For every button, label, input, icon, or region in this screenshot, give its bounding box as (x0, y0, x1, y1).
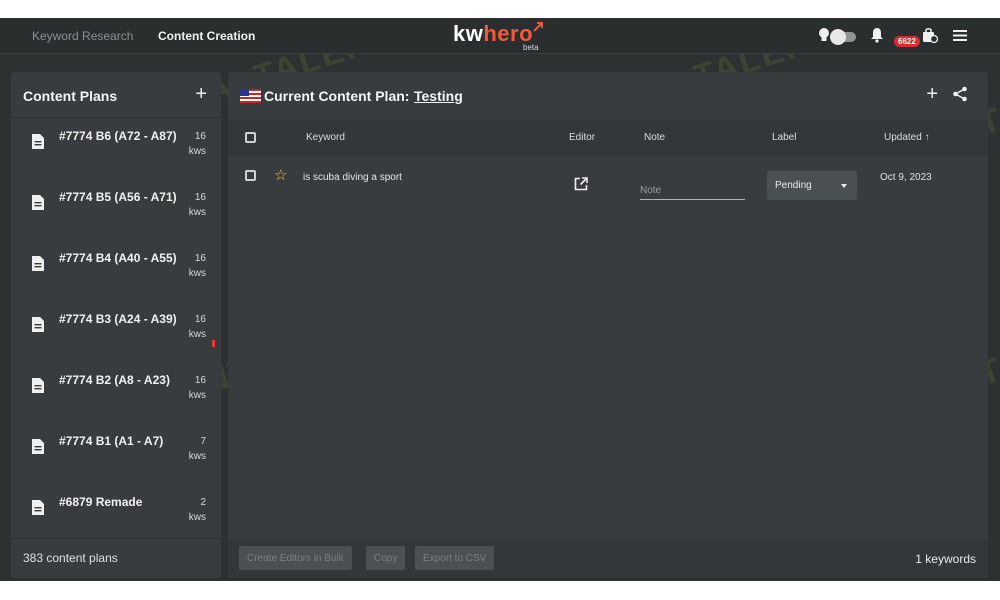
plan-item[interactable]: #6879 Remade 2 kws (11, 485, 221, 535)
plan-item[interactable]: #7774 B5 (A56 - A71) 16 kws (11, 180, 221, 241)
plan-item[interactable]: #7774 B6 (A72 - A87) 16 kws (11, 119, 221, 180)
plan-keyword-count: 2 kws (176, 495, 206, 525)
plan-keyword-count: 16 kws (176, 190, 206, 220)
app-window: AI TALENT SPACE AI TALENT SPACE AI TALEN… (0, 18, 1000, 581)
us-flag-icon (240, 89, 261, 103)
label-selected-value: Pending (775, 180, 812, 191)
plan-keyword-count: 7 kws (176, 434, 206, 464)
keyword-table-header: Keyword Editor Note Label Updated ↑ (228, 120, 988, 156)
label-dropdown[interactable]: Pending (767, 171, 857, 200)
theme-toggle[interactable] (830, 29, 856, 45)
document-icon (32, 256, 44, 271)
shopping-bag-icon[interactable] (922, 27, 938, 43)
column-keyword[interactable]: Keyword (306, 132, 345, 143)
beta-label: beta (523, 43, 539, 52)
content-plan-header: Current Content Plan: Testing + (228, 72, 988, 118)
plan-count-unit: kws (188, 390, 206, 401)
document-icon (32, 195, 44, 210)
plan-keyword-count: 16 kws (176, 312, 206, 342)
copy-button[interactable]: Copy (366, 546, 406, 570)
keyword-text[interactable]: is scuba diving a sport (303, 172, 402, 183)
plan-count-unit: kws (188, 451, 206, 462)
plan-item[interactable]: #7774 B2 (A8 - A23) 16 kws (11, 363, 221, 424)
add-plan-button[interactable]: + (195, 84, 207, 104)
sidebar-header: Content Plans + (11, 72, 221, 118)
plan-name: #7774 B5 (A56 - A71) (59, 190, 177, 204)
plan-list: #7774 B6 (A72 - A87) 16 kws #7774 B5 (A56… (11, 119, 221, 535)
column-updated-sort[interactable]: Updated ↑ (884, 132, 930, 143)
updated-date: Oct 9, 2023 (880, 172, 932, 183)
plan-count-value: 16 (194, 314, 206, 325)
document-icon (32, 317, 44, 332)
row-checkbox[interactable] (245, 170, 256, 181)
content-plans-sidebar: Content Plans + #7774 B6 (A72 - A87) 16 k… (11, 72, 221, 578)
plan-name: #7774 B3 (A24 - A39) (59, 312, 177, 326)
nav-keyword-research[interactable]: Keyword Research (32, 29, 133, 43)
plan-count-value: 16 (194, 131, 206, 142)
plan-count-value: 16 (194, 253, 206, 264)
plan-total-count: 383 content plans (23, 551, 118, 565)
plan-item[interactable]: #7774 B4 (A40 - A55) 16 kws (11, 241, 221, 302)
content-plan-title-label: Current Content Plan: (264, 88, 410, 104)
top-right-toolbar: 6622 (800, 18, 1000, 54)
lightbulb-icon (819, 28, 829, 41)
content-plan-panel: Current Content Plan: Testing + Keyword … (228, 72, 988, 578)
plan-count-unit: kws (188, 512, 206, 523)
menu-icon[interactable] (952, 27, 968, 43)
plan-item[interactable]: #7774 B1 (A1 - A7) 7 kws (11, 424, 221, 485)
plan-count-unit: kws (188, 146, 206, 157)
note-field[interactable] (640, 176, 745, 200)
plan-count-value: 16 (194, 375, 206, 386)
plan-count-unit: kws (188, 329, 206, 340)
plan-name: #7774 B6 (A72 - A87) (59, 129, 177, 143)
column-editor[interactable]: Editor (569, 132, 595, 143)
plan-keyword-count: 16 kws (176, 251, 206, 281)
plan-keyword-count: 16 kws (176, 373, 206, 403)
favorite-star-icon[interactable]: ☆ (274, 168, 287, 183)
create-editors-bulk-button[interactable]: Create Editors in Bulk (239, 546, 352, 570)
plan-count-unit: kws (188, 207, 206, 218)
plan-name: #7774 B1 (A1 - A7) (59, 434, 164, 448)
keyword-count: 1 keywords (915, 552, 976, 566)
logo-arrow-icon (533, 22, 543, 32)
content-plan-footer: Create Editors in Bulk Copy Export to CS… (228, 538, 988, 578)
chevron-down-icon (841, 184, 847, 188)
table-row: ☆ is scuba diving a sport Pending Oct 9,… (228, 158, 988, 208)
add-keyword-button[interactable]: + (926, 84, 938, 104)
note-input[interactable] (640, 176, 745, 198)
plan-count-value: 16 (194, 192, 206, 203)
credits-badge[interactable]: 6622 (894, 36, 920, 47)
plan-name: #7774 B2 (A8 - A23) (59, 373, 170, 387)
sidebar-title: Content Plans (23, 88, 118, 104)
share-icon[interactable] (952, 86, 968, 102)
document-icon (32, 500, 44, 515)
export-csv-button[interactable]: Export to CSV (415, 546, 495, 570)
bell-icon[interactable] (870, 27, 884, 43)
plan-count-value: 2 (200, 497, 206, 508)
plan-count-value: 7 (200, 436, 206, 447)
plan-count-unit: kws (188, 268, 206, 279)
column-note[interactable]: Note (644, 132, 665, 143)
select-all-checkbox[interactable] (245, 132, 256, 143)
column-label[interactable]: Label (772, 132, 796, 143)
document-icon (32, 134, 44, 149)
kwhero-logo[interactable]: kwhero beta (453, 21, 553, 53)
nav-content-creation[interactable]: Content Creation (158, 29, 255, 43)
sidebar-footer: 383 content plans (11, 538, 221, 578)
scrollbar-indicator[interactable] (212, 340, 215, 347)
top-bar: Keyword Research Content Creation kwhero… (0, 18, 1000, 54)
plan-keyword-count: 16 kws (176, 129, 206, 159)
plan-name: #6879 Remade (59, 495, 143, 509)
logo-kw-text: kw (453, 21, 484, 46)
plan-item[interactable]: #7774 B3 (A24 - A39) 16 kws (11, 302, 221, 363)
document-icon (32, 439, 44, 454)
open-editor-icon[interactable] (574, 177, 588, 191)
content-plan-name[interactable]: Testing (414, 88, 463, 104)
plan-name: #7774 B4 (A40 - A55) (59, 251, 177, 265)
document-icon (32, 378, 44, 393)
